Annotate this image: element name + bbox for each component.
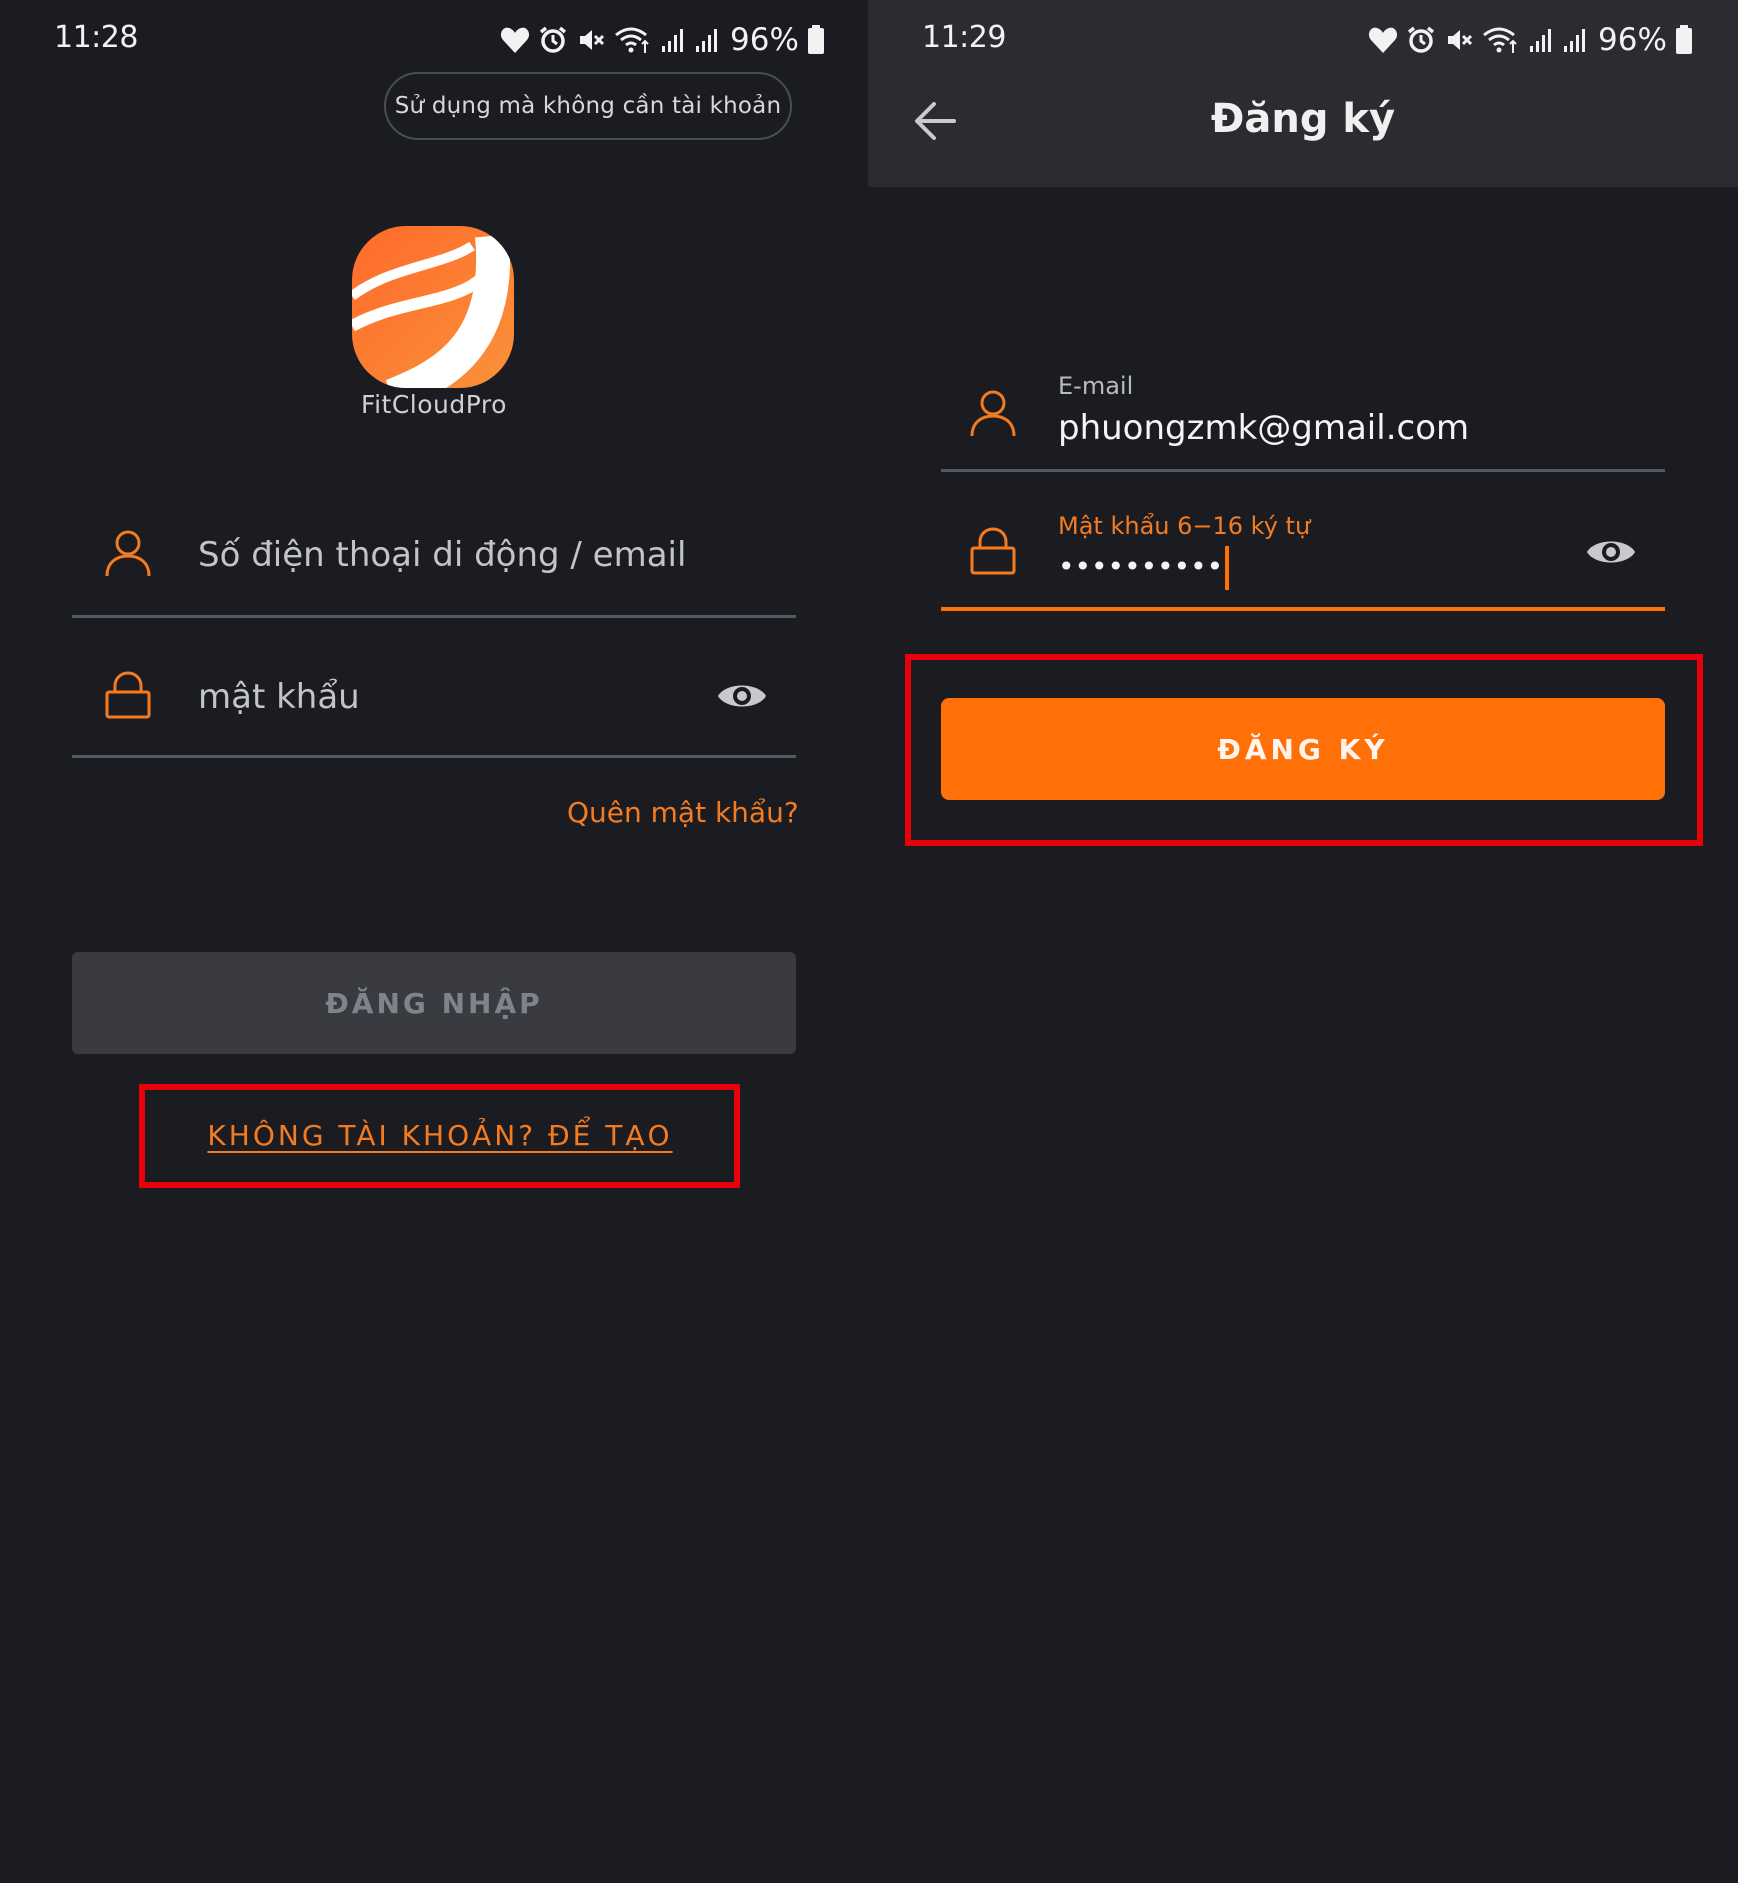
user-icon — [104, 528, 156, 582]
password-placeholder: mật khẩu — [198, 677, 360, 717]
battery-percent: 96% — [730, 22, 799, 58]
account-field-underline — [72, 615, 796, 618]
email-field-underline — [941, 469, 1665, 472]
text-cursor — [1225, 546, 1230, 590]
signal-icon — [1564, 29, 1585, 52]
login-screen: 11:28 96% Sử dụng mà không cần tài khoản… — [0, 0, 868, 1883]
heart-icon — [1368, 27, 1398, 53]
wifi-icon — [1483, 27, 1517, 53]
account-field[interactable]: Số điện thoại di động / email — [72, 500, 796, 610]
eye-icon[interactable] — [716, 676, 768, 720]
status-icons: 96% — [500, 18, 825, 62]
forgot-password-link[interactable]: Quên mật khẩu? — [567, 796, 799, 829]
app-logo — [352, 226, 514, 388]
lock-icon — [969, 526, 1017, 580]
register-screen: 11:29 96% Đăng ký E-mail phuongzmk@gmail… — [868, 0, 1738, 1883]
guest-mode-button[interactable]: Sử dụng mà không cần tài khoản — [384, 72, 792, 140]
battery-icon — [807, 25, 824, 54]
password-value: •••••••••• — [1058, 550, 1224, 583]
lock-icon — [104, 670, 156, 724]
password-label: Mật khẩu 6−16 ký tự — [1058, 512, 1311, 540]
signal-icon — [662, 29, 683, 52]
heart-icon — [500, 27, 530, 53]
email-input[interactable]: phuongzmk@gmail.com — [1058, 408, 1469, 448]
highlight-box — [139, 1084, 740, 1188]
password-field-underline — [72, 755, 796, 758]
signal-icon — [696, 29, 717, 52]
login-button[interactable]: ĐĂNG NHẬP — [72, 952, 796, 1054]
alarm-icon — [1407, 26, 1435, 53]
account-placeholder: Số điện thoại di động / email — [198, 535, 687, 575]
password-field-underline — [941, 607, 1665, 611]
mute-icon — [580, 30, 605, 50]
status-time: 11:29 — [922, 20, 1006, 55]
battery-percent: 96% — [1598, 22, 1667, 58]
battery-icon — [1675, 25, 1692, 54]
status-time: 11:28 — [54, 20, 138, 55]
password-field[interactable]: mật khẩu — [72, 642, 796, 752]
signal-icon — [1530, 29, 1551, 52]
mute-icon — [1448, 30, 1473, 50]
page-title: Đăng ký — [1210, 96, 1396, 142]
password-input[interactable]: •••••••••• — [1058, 546, 1230, 590]
eye-icon[interactable] — [1585, 532, 1637, 576]
highlight-box — [905, 654, 1703, 846]
alarm-icon — [539, 26, 567, 53]
user-icon — [969, 388, 1017, 442]
app-name: FitCloudPro — [361, 390, 507, 419]
email-label: E-mail — [1058, 372, 1134, 400]
status-icons: 96% — [1368, 18, 1693, 62]
wifi-icon — [615, 27, 649, 53]
